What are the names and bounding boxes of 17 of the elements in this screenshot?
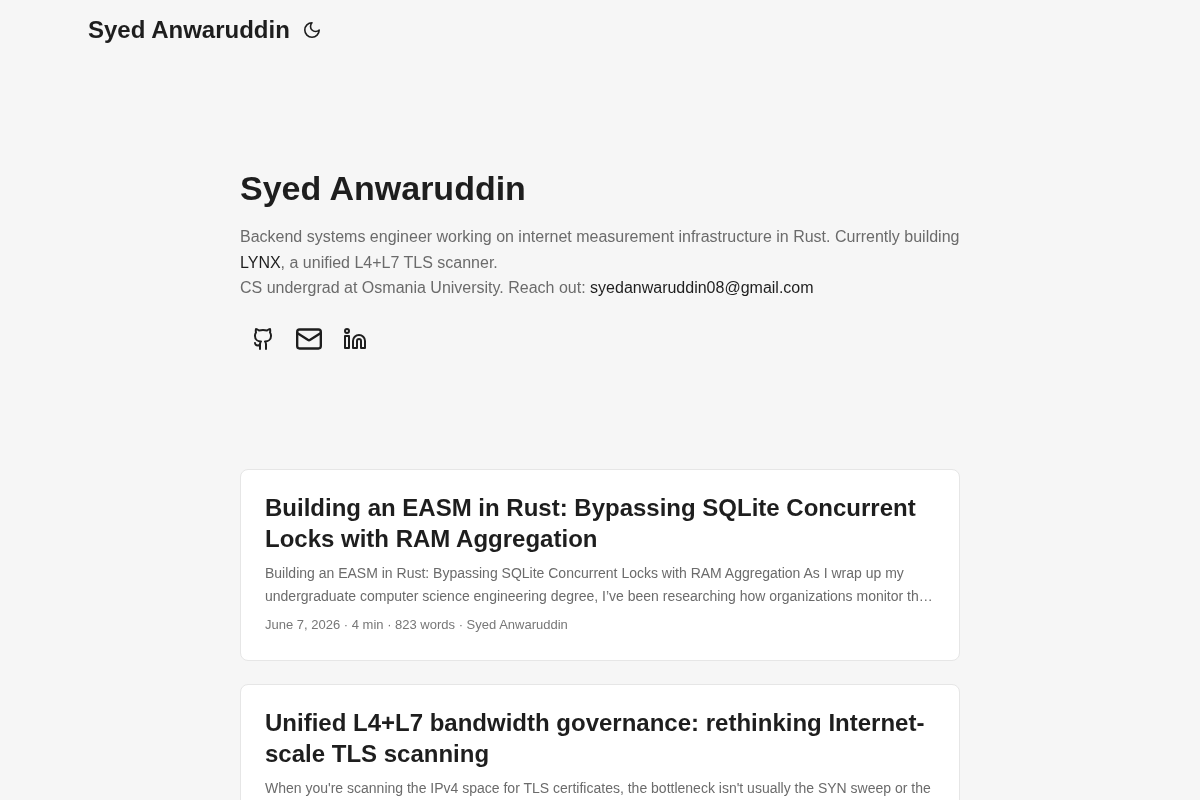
mail-icon: [296, 327, 322, 350]
post-meta: June 7, 2026 · 4 min · 823 words · Syed Anwaruddin: [265, 615, 569, 634]
moon-icon: [303, 22, 320, 38]
bio-text: Backend systems engineer working on internet measurement infrastructure in Rust. Currently building LYNX, a unified L4+L7 TLS scanner.: [240, 227, 960, 273]
post-summary: Building an EASM in Rust: Bypassing SQLite Concurrent Locks with RAM Aggregation As I wrap up my undergraduate computer science engineering degree, I’ve been researching how organizations monitor th…: [265, 563, 934, 606]
bio-text: CS undergrad at Osmania University. Reach out: syedanwaruddin08@gmail.com: [240, 278, 815, 299]
post-title[interactable]: Unified L4+L7 bandwidth governance: rethinking Internet-scale TLS scanning: [265, 706, 935, 769]
project-link[interactable]: LYNX: [240, 253, 281, 271]
page-heading: Syed Anwaruddin: [240, 168, 527, 209]
linkedin-icon: [343, 326, 367, 351]
email-link[interactable]: syedanwaruddin08@gmail.com: [590, 279, 814, 297]
site-title[interactable]: Syed Anwaruddin: [88, 15, 290, 45]
github-icon: [251, 326, 275, 351]
post-card[interactable]: Unified L4+L7 bandwidth governance: rethinking Internet-scale TLS scanning When you're scanning the IPv4 space for TLS certificates, the bottleneck isn't usually the SYN sweep or the: [240, 683, 960, 800]
post-summary: When you're scanning the IPv4 space for TLS certificates, the bottleneck isn't usually the SYN sweep or the: [265, 778, 932, 798]
post-title[interactable]: Building an EASM in Rust: Bypassing SQLite Concurrent Locks with RAM Aggregation: [265, 491, 935, 554]
post-card[interactable]: [240, 468, 960, 661]
